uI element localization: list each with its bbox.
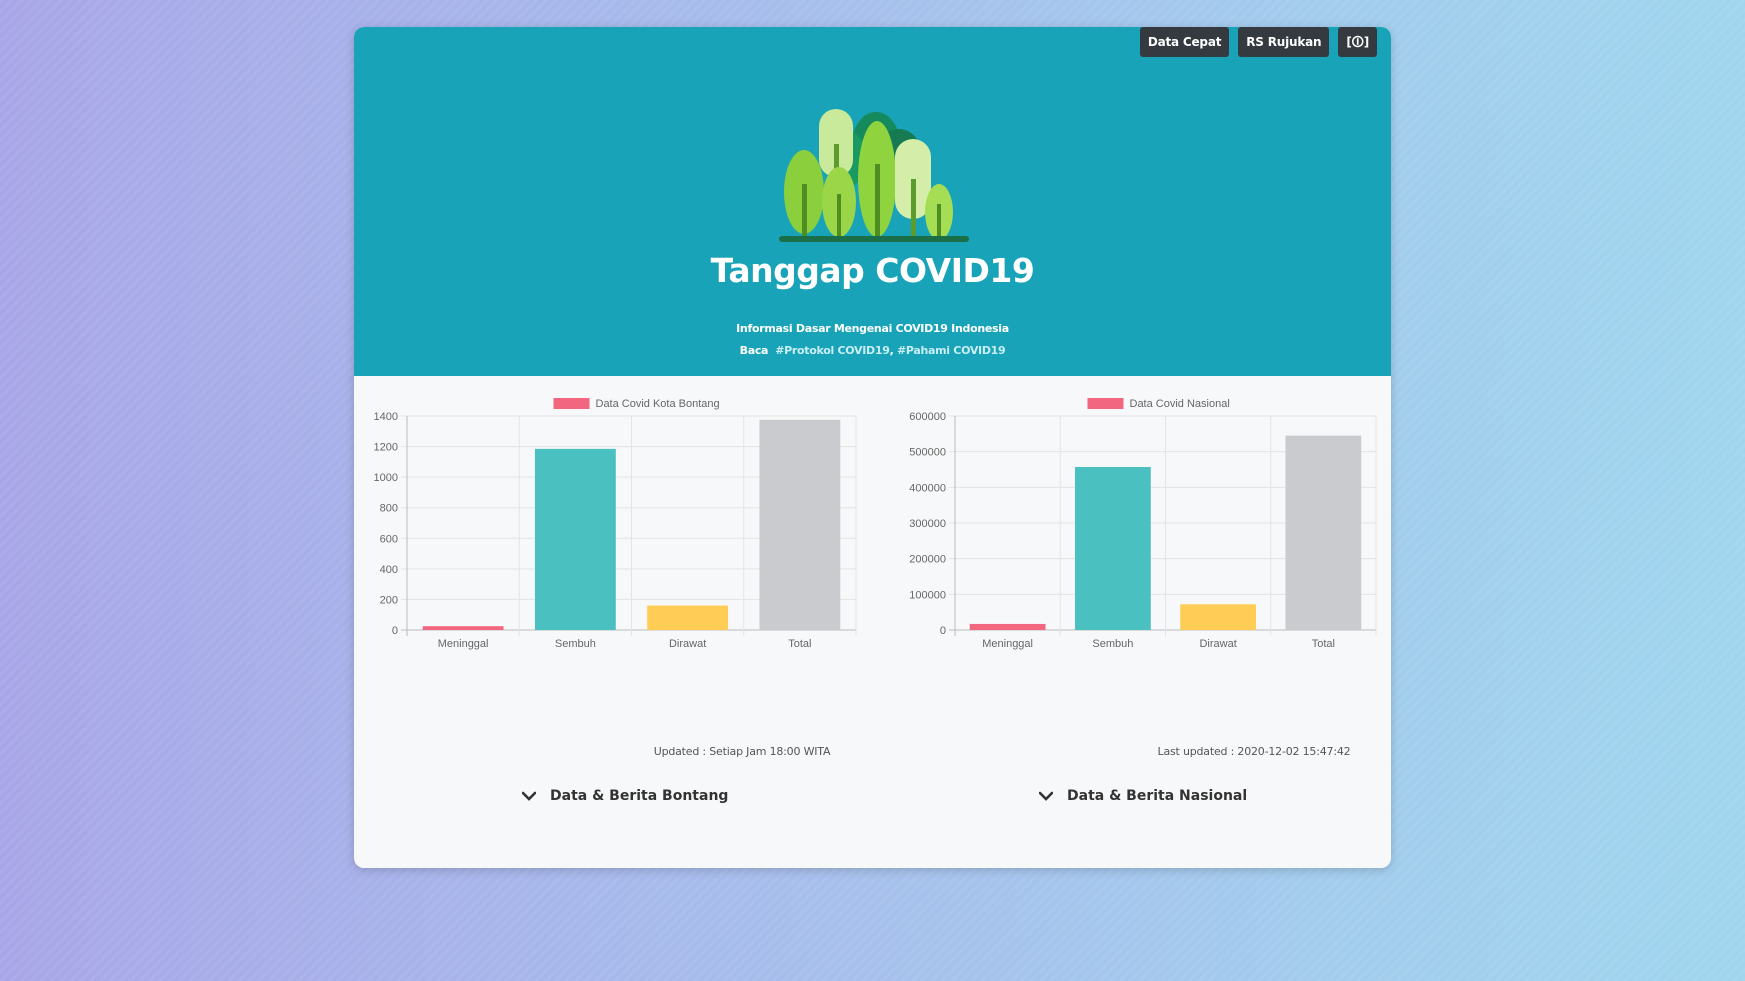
y-tick-label: 400000 <box>909 482 946 494</box>
toggle-data-berita-nasional[interactable]: Data & Berita Nasional <box>1039 788 1247 804</box>
info-button[interactable]: [🛈] <box>1338 27 1377 57</box>
protokol-link[interactable]: #Protokol COVID19 <box>775 344 890 357</box>
page-subtitle: Informasi Dasar Mengenai COVID19 Indones… <box>736 322 1009 335</box>
y-tick-label: 0 <box>392 625 398 637</box>
x-tick-label: Sembuh <box>1092 638 1133 650</box>
y-tick-label: 800 <box>380 503 398 515</box>
chart-legend[interactable]: Data Covid Nasional <box>1087 398 1230 410</box>
toggle-data-berita-bontang[interactable]: Data & Berita Bontang <box>522 788 728 804</box>
x-tick-label: Total <box>788 638 811 650</box>
legend-label: Data Covid Nasional <box>1130 398 1230 410</box>
bar-dirawat[interactable] <box>647 605 729 630</box>
y-tick-label: 600000 <box>909 411 946 423</box>
links-prefix: Baca <box>739 344 769 357</box>
bar-sembuh[interactable] <box>1074 467 1151 630</box>
y-tick-label: 200000 <box>909 554 946 566</box>
data-cepat-button[interactable]: Data Cepat <box>1139 27 1230 57</box>
y-tick-label: 1200 <box>374 442 398 454</box>
rs-rujukan-button[interactable]: RS Rujukan <box>1238 27 1330 57</box>
page-title: Tanggap COVID19 <box>710 251 1035 290</box>
legend-swatch <box>553 398 590 409</box>
x-tick-label: Meninggal <box>438 638 489 650</box>
y-tick-label: 0 <box>940 625 946 637</box>
legend-swatch <box>1087 398 1124 409</box>
y-tick-label: 400 <box>380 564 398 576</box>
bar-total[interactable] <box>1285 435 1362 630</box>
chart-bontang: Data Covid Kota Bontang 0 200 400 600 800 1000… <box>374 398 857 650</box>
x-tick-label: Meninggal <box>982 638 1033 650</box>
forest-trees-icon <box>779 109 969 242</box>
main-card: Data Cepat RS Rujukan [🛈] Tanggap COVID1… <box>354 27 1391 868</box>
collapse-label-bontang: Data & Berita Bontang <box>550 788 729 804</box>
bar-sembuh[interactable] <box>534 448 616 630</box>
y-tick-label: 500000 <box>909 447 946 459</box>
x-tick-label: Total <box>1312 638 1335 650</box>
y-tick-label: 100000 <box>909 589 946 601</box>
bar-meninggal[interactable] <box>969 623 1046 630</box>
top-buttons: Data Cepat RS Rujukan [🛈] <box>1139 27 1377 57</box>
updated-nasional: Last updated : 2020-12-02 15:47:42 <box>1157 745 1351 758</box>
y-tick-label: 1400 <box>374 411 398 423</box>
chart-nasional: Data Covid Nasional 0 100000 200000 300000 40… <box>909 398 1377 650</box>
pahami-link[interactable]: #Pahami COVID19 <box>897 344 1006 357</box>
legend-label: Data Covid Kota Bontang <box>596 398 720 410</box>
y-tick-label: 300000 <box>909 518 946 530</box>
x-tick-label: Dirawat <box>669 638 706 650</box>
chevron-down-icon <box>522 791 536 801</box>
y-tick-label: 600 <box>380 533 398 545</box>
y-tick-label: 200 <box>380 594 398 606</box>
chevron-down-icon <box>1039 791 1053 801</box>
x-tick-label: Dirawat <box>1199 638 1236 650</box>
chart-legend[interactable]: Data Covid Kota Bontang <box>553 398 720 410</box>
collapse-label-nasional: Data & Berita Nasional <box>1067 788 1248 804</box>
y-tick-label: 1000 <box>374 472 398 484</box>
x-tick-label: Sembuh <box>555 638 596 650</box>
updated-bontang: Updated : Setiap Jam 18:00 WITA <box>653 745 831 758</box>
read-links: Baca #Protokol COVID19, #Pahami COVID19 <box>739 344 1006 357</box>
bar-dirawat[interactable] <box>1180 604 1257 630</box>
hero-header: Data Cepat RS Rujukan [🛈] Tanggap COVID1… <box>354 27 1391 376</box>
bar-total[interactable] <box>759 419 841 630</box>
bar-meninggal[interactable] <box>422 626 504 630</box>
